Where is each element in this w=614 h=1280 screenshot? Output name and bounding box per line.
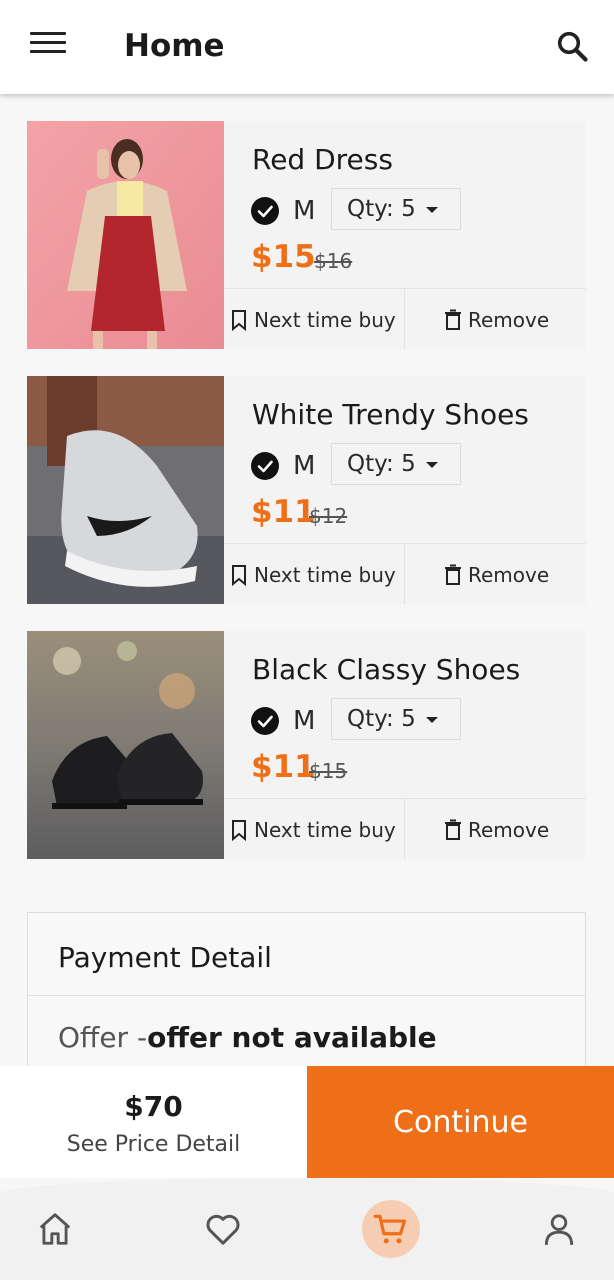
heart-icon[interactable] <box>194 1200 252 1258</box>
next-time-buy-label: Next time buy <box>254 562 396 587</box>
divider <box>28 995 585 996</box>
trash-icon <box>445 819 461 840</box>
size-label: M <box>293 196 316 226</box>
item-actions: Next time buy Remove <box>224 798 586 860</box>
checkout-bar: $70 See Price Detail Continue <box>0 1066 614 1178</box>
remove-button[interactable]: Remove <box>444 544 586 605</box>
hamburger-menu-icon[interactable] <box>30 32 66 62</box>
next-time-buy-button[interactable]: Next time buy <box>230 799 405 860</box>
price: $15 <box>251 239 316 275</box>
remove-button[interactable]: Remove <box>444 289 586 350</box>
app-bar: Home <box>0 0 614 94</box>
product-name: White Trendy Shoes <box>252 398 529 431</box>
product-name: Red Dress <box>252 143 393 176</box>
bookmark-icon <box>232 819 246 841</box>
product-image-red-dress[interactable] <box>27 121 224 349</box>
bottom-navigation <box>0 1178 614 1280</box>
offer-row: Offer -offer not available <box>58 1021 437 1054</box>
cart-icon[interactable] <box>362 1200 420 1258</box>
cart-item: White Trendy Shoes M Qty: 5 $11 $12 Next… <box>27 376 586 605</box>
size-label: M <box>293 706 316 736</box>
checkmark-icon[interactable] <box>251 707 279 735</box>
cart-item: Black Classy Shoes M Qty: 5 $11 $15 Next… <box>27 631 586 860</box>
caret-down-icon <box>425 461 438 468</box>
see-price-detail-link[interactable]: See Price Detail <box>0 1132 307 1157</box>
old-price: $16 <box>314 249 353 273</box>
quantity-value: Qty: 5 <box>347 451 416 477</box>
product-image-white-shoes[interactable] <box>27 376 224 604</box>
bookmark-icon <box>232 309 246 331</box>
next-time-buy-label: Next time buy <box>254 817 396 842</box>
offer-value: offer not available <box>147 1021 437 1054</box>
price-summary[interactable]: $70 See Price Detail <box>0 1066 307 1178</box>
product-image-black-shoes[interactable] <box>27 631 224 859</box>
quantity-dropdown[interactable]: Qty: 5 <box>331 698 461 740</box>
product-name: Black Classy Shoes <box>252 653 521 686</box>
item-actions: Next time buy Remove <box>224 543 586 605</box>
cart-item: Red Dress M Qty: 5 $15 $16 Next time buy… <box>27 121 586 350</box>
quantity-dropdown[interactable]: Qty: 5 <box>331 188 461 230</box>
old-price: $15 <box>309 759 348 783</box>
caret-down-icon <box>425 716 438 723</box>
next-time-buy-label: Next time buy <box>254 307 396 332</box>
search-icon[interactable] <box>554 28 590 64</box>
trash-icon <box>445 564 461 585</box>
price: $11 <box>251 749 316 785</box>
profile-icon[interactable] <box>530 1200 588 1258</box>
total-price: $70 <box>124 1090 183 1123</box>
next-time-buy-button[interactable]: Next time buy <box>230 544 405 605</box>
remove-label: Remove <box>468 307 550 332</box>
caret-down-icon <box>425 206 438 213</box>
bookmark-icon <box>232 564 246 586</box>
checkmark-icon[interactable] <box>251 452 279 480</box>
quantity-dropdown[interactable]: Qty: 5 <box>331 443 461 485</box>
size-label: M <box>293 451 316 481</box>
offer-label: Offer - <box>58 1021 148 1054</box>
continue-button[interactable]: Continue <box>307 1066 614 1178</box>
next-time-buy-button[interactable]: Next time buy <box>230 289 405 350</box>
price: $11 <box>251 494 316 530</box>
item-actions: Next time buy Remove <box>224 288 586 350</box>
trash-icon <box>445 309 461 330</box>
home-icon[interactable] <box>26 1200 84 1258</box>
old-price: $12 <box>309 504 348 528</box>
quantity-value: Qty: 5 <box>347 706 416 732</box>
checkmark-icon[interactable] <box>251 197 279 225</box>
remove-button[interactable]: Remove <box>444 799 586 860</box>
remove-label: Remove <box>468 562 550 587</box>
quantity-value: Qty: 5 <box>347 196 416 222</box>
payment-detail-title: Payment Detail <box>58 941 272 974</box>
remove-label: Remove <box>468 817 550 842</box>
page-title: Home <box>124 28 225 64</box>
